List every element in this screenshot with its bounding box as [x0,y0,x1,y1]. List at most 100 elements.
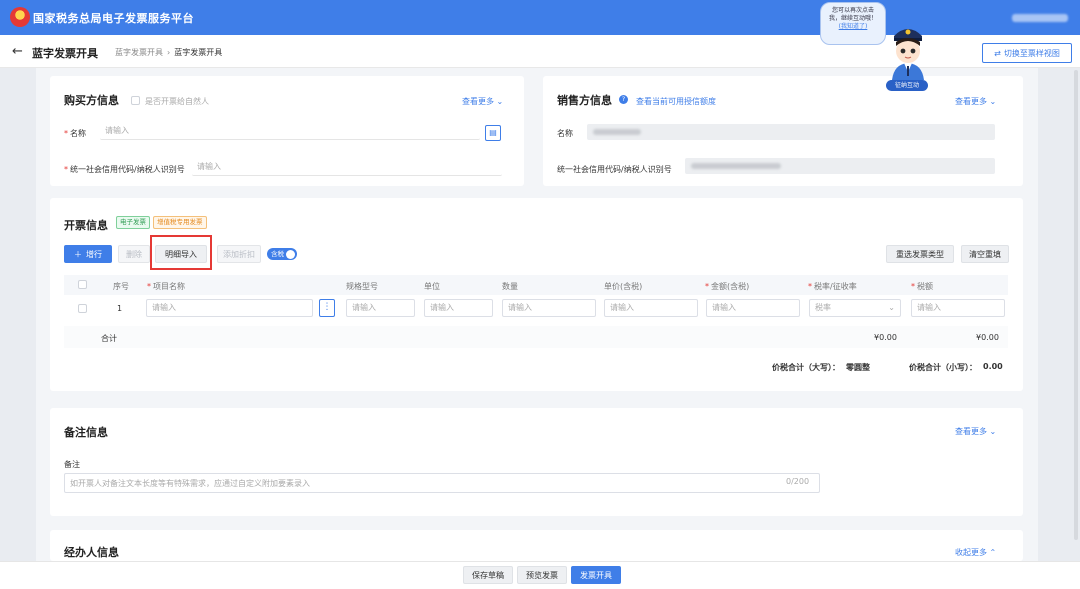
natural-person-checkbox[interactable] [131,96,140,105]
user-account-blurred[interactable] [1012,14,1068,22]
tax-amount-input[interactable]: 请输入 [911,299,1005,317]
buyer-lookup-icon[interactable]: ▤ [485,125,501,141]
buyer-name-label-text: 名称 [70,129,86,138]
handler-card: 经办人信息 收起更多 ⌃ [50,530,1023,561]
col-tax-amount-text: 税额 [917,282,933,291]
col-spec: 规格型号 [346,282,378,291]
remark-section-title: 备注信息 [64,426,108,439]
switch-view-button[interactable]: ⇄ 切换至票样视图 [982,43,1072,63]
handler-section-title: 经办人信息 [64,546,119,559]
preview-invoice-button[interactable]: 预览发票 [517,566,567,584]
special-vat-invoice-tag: 增值税专用发票 [153,216,207,229]
unit-price-input[interactable]: 请输入 [604,299,698,317]
col-tax-amount: * 税额 [911,281,933,292]
required-mark: * [147,282,151,291]
col-quantity: 数量 [502,282,518,291]
electronic-invoice-tag: 电子发票 [116,216,150,229]
remark-placeholder: 如开票人对备注文本长度等有特殊需求，应通过自定义附加要素录入 [70,479,310,488]
remark-textarea[interactable]: 如开票人对备注文本长度等有特殊需求，应通过自定义附加要素录入 [64,473,820,493]
help-icon[interactable]: ? [619,95,628,104]
seller-card: 销售方信息 ? 查看当前可用授信额度 查看更多 ⌄ 名称 统一社会信用代码/纳税… [543,76,1023,186]
row-checkbox[interactable] [78,304,87,313]
remark-counter: 0/200 [786,477,810,486]
required-mark: * [64,165,68,174]
mascot-label[interactable]: 征纳互动 [886,80,928,91]
seller-taxid-label: 统一社会信用代码/纳税人识别号 [557,165,672,174]
remark-more-label: 查看更多 [955,427,987,436]
add-discount-button[interactable]: 添加折扣 [217,245,261,263]
more-options-icon[interactable]: ⋮ [319,299,335,317]
chevron-down-icon: ⌄ [496,97,504,106]
buyer-card: 购买方信息 是否开票给自然人 查看更多 ⌄ * 名称 请输入 ▤ * 统一社会信用代… [50,76,524,186]
breadcrumb-item[interactable]: 蓝字发票开具 [115,48,163,57]
amount-input[interactable]: 请输入 [706,299,800,317]
plus-icon: ＋ [74,249,82,259]
quantity-input[interactable]: 请输入 [502,299,596,317]
buyer-taxid-label: * 统一社会信用代码/纳税人识别号 [64,164,185,175]
seller-name-redacted [593,129,641,135]
add-row-label: 增行 [86,249,102,259]
required-mark: * [705,282,709,291]
breadcrumb-separator-icon: › [167,48,171,57]
seller-name-label: 名称 [557,129,573,138]
seller-name-field [587,124,995,140]
handler-collapse-link[interactable]: 收起更多 ⌃ [955,547,996,558]
lower-total-label: 价税合计（小写）： [909,363,977,372]
remark-card: 备注信息 查看更多 ⌄ 备注 如开票人对备注文本长度等有特殊需求，应通过自定义附… [50,408,1023,516]
natural-person-label: 是否开票给自然人 [145,97,209,106]
highlight-box [150,235,212,270]
tax-rate-placeholder: 税率 [815,303,831,312]
breadcrumb-current: 蓝字发票开具 [174,48,223,57]
select-all-checkbox[interactable] [78,280,87,289]
chevron-down-icon: ⌄ [989,97,997,106]
add-row-button[interactable]: ＋ 增行 [64,245,112,263]
clear-refill-button[interactable]: 清空重填 [961,245,1009,263]
chevron-down-icon: ⌄ [888,303,895,312]
unit-input[interactable]: 请输入 [424,299,493,317]
tax-rate-select[interactable]: 税率 ⌄ [809,299,901,317]
delete-row-button[interactable]: 删除 [118,245,150,263]
row-index: 1 [117,304,123,313]
upper-total-label: 价税合计（大写）： [772,363,840,372]
buyer-taxid-label-text: 统一社会信用代码/纳税人识别号 [70,165,185,174]
col-amount: * 金额(含税) [705,281,749,292]
required-mark: * [911,282,915,291]
col-unit: 单位 [424,282,440,291]
mascot-speech-bubble: 您可以再次点击 我，继续互动哦！ (我知道了) [820,2,886,45]
bubble-dismiss-link[interactable]: (我知道了) [824,23,882,31]
buyer-name-input[interactable]: 请输入 [100,124,480,140]
switch-view-label: 切换至票样视图 [1003,48,1060,58]
toggle-knob-icon [286,249,295,259]
seller-more-link[interactable]: 查看更多 ⌄ [955,96,996,107]
tax-emblem-logo [10,7,30,27]
col-tax-rate: * 税率/征收率 [808,281,857,292]
buyer-more-link[interactable]: 查看更多 ⌄ [462,96,503,107]
spec-input[interactable]: 请输入 [346,299,415,317]
invoice-section-title: 开票信息 [64,219,108,232]
seller-section-title: 销售方信息 [557,94,612,107]
col-index: 序号 [113,282,129,291]
buyer-name-label: * 名称 [64,128,86,139]
issue-invoice-button[interactable]: 发票开具 [571,566,621,584]
breadcrumb: 蓝字发票开具 › 蓝字发票开具 [115,47,222,58]
required-mark: * [64,129,68,138]
table-header: 序号 * 项目名称 规格型号 单位 数量 单价(含税) * 金额(含税) * 税率/征… [64,275,1008,295]
reselect-invoice-type-button[interactable]: 重选发票类型 [886,245,954,263]
page-scrollbar[interactable] [1074,70,1078,540]
bubble-text-line2: 我，继续互动哦！ [828,15,877,22]
credit-limit-link[interactable]: 查看当前可用授信额度 [636,96,716,107]
buyer-taxid-input[interactable]: 请输入 [192,160,502,176]
remark-more-link[interactable]: 查看更多 ⌄ [955,426,996,437]
save-draft-button[interactable]: 保存草稿 [463,566,513,584]
col-item-name: * 项目名称 [147,281,185,292]
remark-label: 备注 [64,460,80,469]
chevron-up-icon: ⌃ [989,548,997,557]
required-mark: * [808,282,812,291]
col-amount-text: 金额(含税) [711,282,750,291]
col-item-name-text: 项目名称 [153,282,185,291]
item-name-input[interactable]: 请输入 [146,299,313,317]
back-arrow-icon[interactable]: ← [12,44,23,59]
lower-total-value: 0.00 [983,362,1003,371]
bubble-text-line1: 您可以再次点击 [831,7,874,14]
buyer-more-label: 查看更多 [462,97,494,106]
